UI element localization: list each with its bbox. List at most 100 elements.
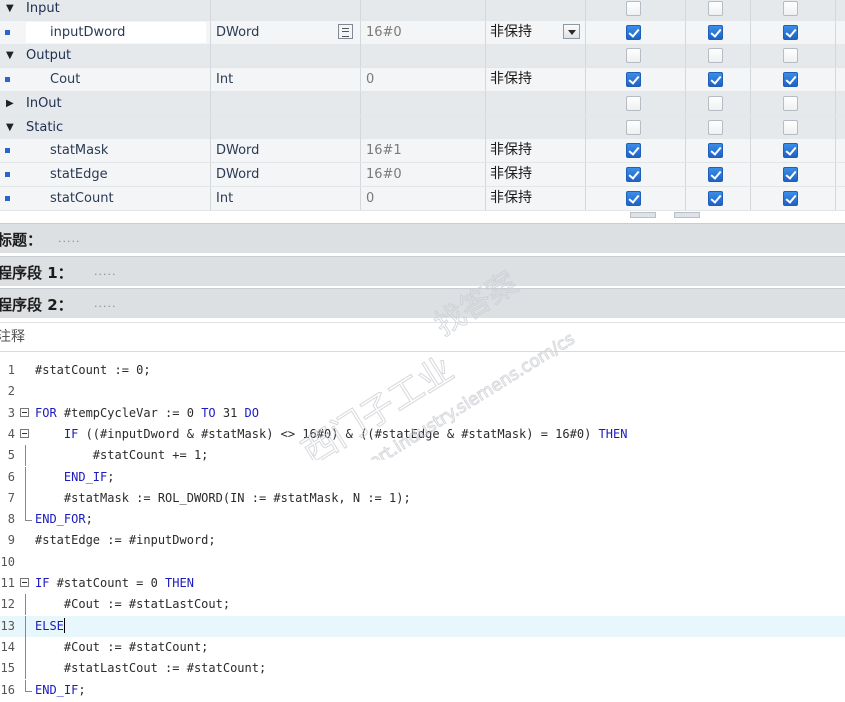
default-value-cell[interactable]: 16#1 [360, 139, 486, 163]
disabled-checkbox[interactable] [783, 48, 798, 64]
disabled-checkbox[interactable] [708, 119, 723, 135]
datatype-cell[interactable] [210, 44, 361, 68]
var-row-Cout[interactable]: Cout Int 0 非保持 [0, 68, 845, 93]
disabled-checkbox[interactable] [626, 1, 641, 16]
block-title-bar[interactable]: 标题： ..... [0, 223, 845, 253]
checked-checkbox[interactable] [626, 190, 641, 206]
default-value-cell[interactable] [360, 0, 486, 20]
code-line[interactable]: 8 END_FOR; [0, 509, 845, 530]
checked-checkbox[interactable] [708, 166, 723, 182]
name-cell[interactable]: ▼ Input [0, 0, 211, 20]
expand-triangle-icon[interactable]: ▶ [6, 92, 14, 115]
code-line[interactable]: 4 IF ((#inputDword & #statMask) <> 16#0)… [0, 424, 845, 445]
default-value-cell[interactable] [360, 115, 486, 139]
default-value-cell[interactable]: 16#0 [360, 20, 486, 44]
default-value-cell[interactable] [360, 44, 486, 68]
retain-cell[interactable]: 非保持 [485, 186, 586, 210]
code-line[interactable]: 11 IF #statCount = 0 THEN [0, 573, 845, 594]
retain-cell[interactable]: 非保持 [485, 68, 586, 92]
network-2-header[interactable]: 程序段 2： ..... [0, 288, 845, 318]
checked-checkbox[interactable] [626, 143, 641, 159]
section-row-output[interactable]: ▼ Output [0, 44, 845, 69]
checked-checkbox[interactable] [708, 72, 723, 88]
datatype-cell[interactable] [210, 91, 361, 115]
code-line[interactable]: 14 #Cout := #statCount; [0, 636, 845, 658]
datatype-cell[interactable]: DWord [210, 139, 361, 163]
checked-checkbox[interactable] [708, 190, 723, 206]
checked-checkbox[interactable] [626, 72, 641, 88]
fold-toggle-icon[interactable] [20, 578, 29, 587]
collapse-triangle-icon[interactable]: ▼ [6, 44, 14, 67]
disabled-checkbox[interactable] [626, 95, 641, 111]
code-line[interactable]: 15 #statLastCout := #statCount; [0, 658, 845, 680]
code-line[interactable]: 6 END_IF; [0, 466, 845, 488]
checked-checkbox[interactable] [626, 24, 641, 40]
code-line[interactable]: 7 #statMask := ROL_DWORD(IN := #statMask… [0, 487, 845, 509]
code-line[interactable]: 3 FOR #tempCycleVar := 0 TO 31 DO [0, 403, 845, 424]
collapse-triangle-icon[interactable]: ▼ [6, 116, 14, 139]
table-scroll-arrows[interactable] [630, 212, 700, 218]
code-line[interactable]: 13 ELSE [0, 615, 845, 637]
name-cell[interactable]: statMask [0, 139, 211, 163]
checked-checkbox[interactable] [783, 190, 798, 206]
code-line[interactable]: 16 END_IF; [0, 679, 845, 701]
disabled-checkbox[interactable] [783, 1, 798, 16]
checked-checkbox[interactable] [783, 72, 798, 88]
retain-cell[interactable]: 非保持 [485, 162, 586, 186]
retain-cell[interactable] [485, 91, 586, 115]
retain-cell[interactable] [485, 0, 586, 20]
disabled-checkbox[interactable] [708, 95, 723, 111]
retain-cell[interactable]: 非保持 [485, 20, 586, 44]
network-2-placeholder[interactable]: ..... [94, 297, 116, 310]
name-cell[interactable]: ▼ Output [0, 44, 211, 68]
disabled-checkbox[interactable] [783, 95, 798, 111]
disabled-checkbox[interactable] [626, 119, 641, 135]
checked-checkbox[interactable] [708, 24, 723, 40]
disabled-checkbox[interactable] [708, 1, 723, 16]
datatype-cell[interactable] [210, 0, 361, 20]
default-value-cell[interactable]: 16#0 [360, 162, 486, 186]
datatype-cell[interactable]: DWord [210, 20, 361, 44]
var-row-statMask[interactable]: statMask DWord 16#1 非保持 [0, 139, 845, 164]
retain-cell[interactable] [485, 44, 586, 68]
network-1-placeholder[interactable]: ..... [94, 265, 116, 278]
scl-code-editor[interactable]: 1 #statCount := 0; 2 3 FOR #tempCycleVar := … [0, 358, 845, 702]
collapse-triangle-icon[interactable]: ▼ [6, 0, 14, 20]
name-cell[interactable]: statCount [0, 186, 211, 210]
retain-cell[interactable]: 非保持 [485, 139, 586, 163]
disabled-checkbox[interactable] [708, 48, 723, 64]
var-row-inputDword[interactable]: inputDword DWord 16#0 非保持 [0, 20, 845, 45]
code-line[interactable]: 5 #statCount += 1; [0, 445, 845, 467]
name-cell[interactable]: inputDword [0, 20, 211, 44]
checked-checkbox[interactable] [783, 24, 798, 40]
default-value-cell[interactable]: 0 [360, 186, 486, 210]
default-value-cell[interactable] [360, 91, 486, 115]
code-line[interactable]: 2 [0, 381, 845, 402]
var-row-statEdge[interactable]: statEdge DWord 16#0 非保持 [0, 162, 845, 187]
disabled-checkbox[interactable] [783, 119, 798, 135]
datatype-cell[interactable]: Int [210, 68, 361, 92]
checked-checkbox[interactable] [708, 143, 723, 159]
name-cell[interactable]: ▶ InOut [0, 91, 211, 115]
section-row-static[interactable]: ▼ Static [0, 115, 845, 140]
code-line[interactable]: 12 #Cout := #statLastCout; [0, 594, 845, 616]
network-comment[interactable]: 注释 [0, 322, 845, 352]
name-cell[interactable]: ▼ Static [0, 115, 211, 139]
code-line[interactable]: 10 [0, 552, 845, 573]
fold-toggle-icon[interactable] [20, 407, 29, 417]
fold-toggle-icon[interactable] [20, 428, 29, 438]
checked-checkbox[interactable] [783, 166, 798, 182]
checked-checkbox[interactable] [783, 143, 798, 159]
name-cell[interactable]: statEdge [0, 162, 211, 186]
default-value-cell[interactable]: 0 [360, 68, 486, 92]
disabled-checkbox[interactable] [626, 48, 641, 64]
datatype-cell[interactable]: DWord [210, 162, 361, 186]
block-title-placeholder[interactable]: ..... [58, 232, 80, 245]
checked-checkbox[interactable] [626, 166, 641, 182]
code-line[interactable]: 1 #statCount := 0; [0, 360, 845, 381]
datatype-browse-icon[interactable] [338, 23, 353, 39]
datatype-cell[interactable] [210, 115, 361, 139]
network-1-header[interactable]: 程序段 1： ..... [0, 256, 845, 286]
datatype-cell[interactable]: Int [210, 186, 361, 210]
var-row-statCount[interactable]: statCount Int 0 非保持 [0, 186, 845, 211]
